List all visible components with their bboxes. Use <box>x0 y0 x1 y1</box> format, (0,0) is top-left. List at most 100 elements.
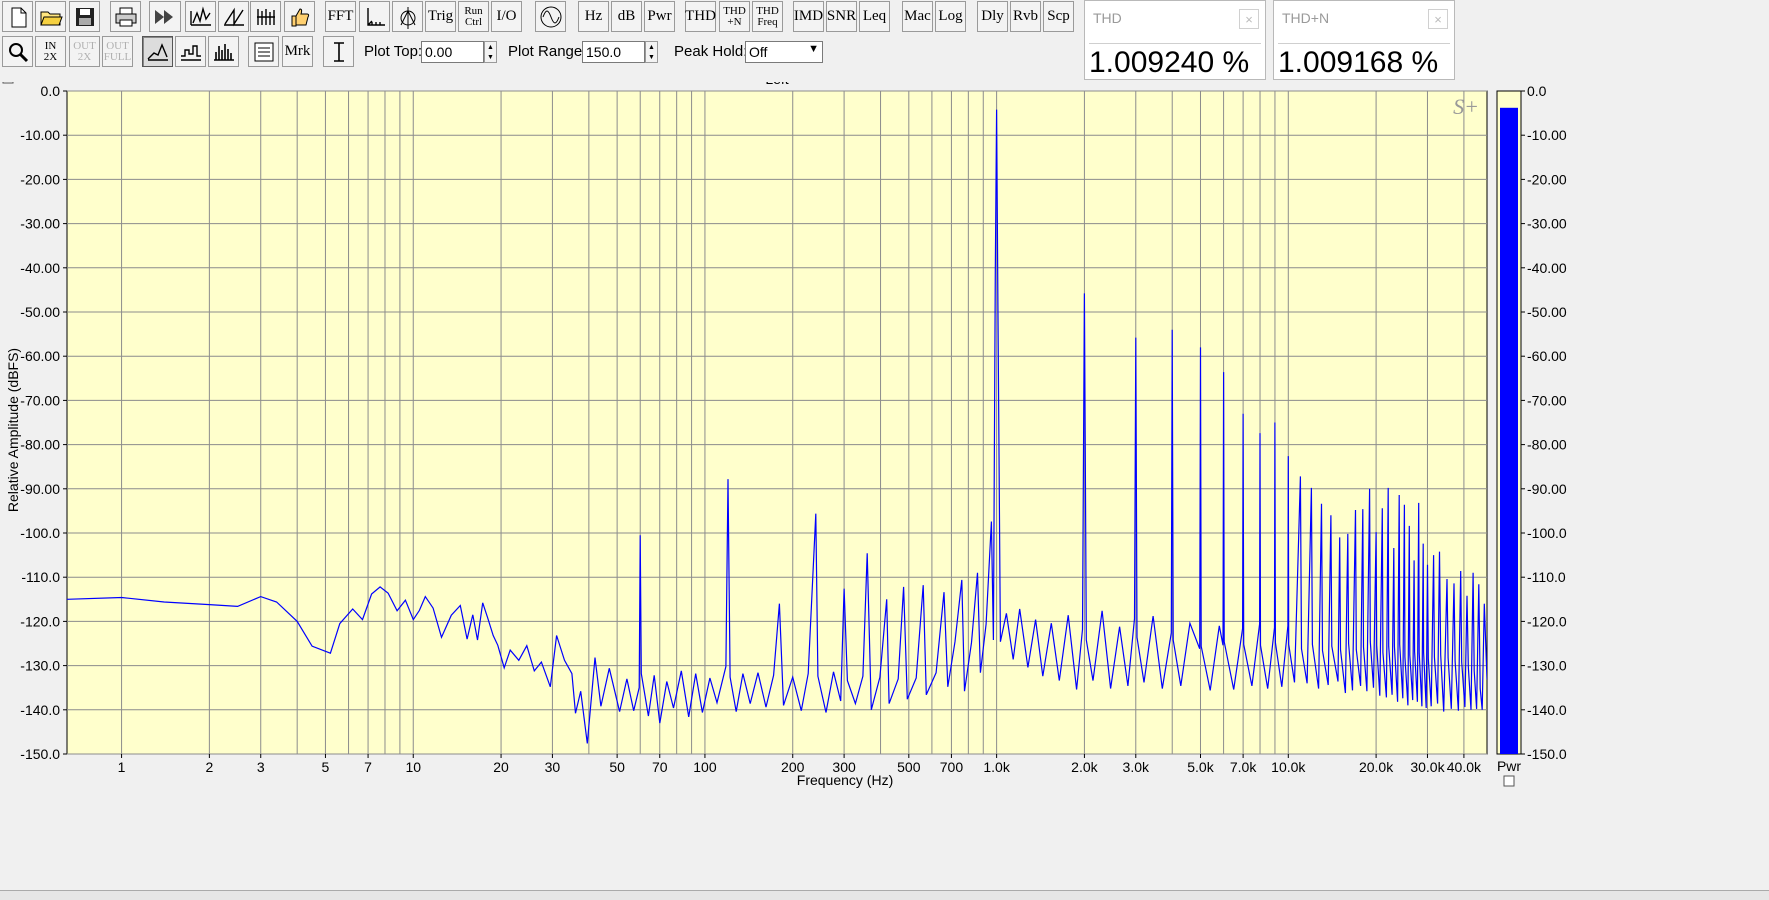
y-tick-label: -120.0 <box>20 613 60 629</box>
fast-forward-button[interactable] <box>149 1 181 32</box>
thd-n-button[interactable]: THD +N <box>719 1 750 32</box>
cursor-icon <box>326 40 352 64</box>
spin-down-icon[interactable]: ▼ <box>646 52 657 62</box>
line-plot-button[interactable] <box>142 36 173 67</box>
pwr-button[interactable]: Pwr <box>644 1 675 32</box>
imd-button[interactable]: IMD <box>793 1 824 32</box>
hz-button[interactable]: Hz <box>578 1 609 32</box>
plot-range-input[interactable]: 150.0 <box>582 41 645 63</box>
save-button[interactable] <box>69 1 100 32</box>
thd-meter-title: THD <box>1093 10 1122 26</box>
plot-area[interactable] <box>66 90 1488 755</box>
step-plot-button[interactable] <box>175 36 206 67</box>
plot-top-spinner[interactable]: ▲ ▼ <box>484 41 497 63</box>
leq-button[interactable]: Leq <box>859 1 890 32</box>
axis-button[interactable] <box>359 1 390 32</box>
power-bar-tick-label: -120.0 <box>1527 613 1567 629</box>
power-bar-tick-label: -100.0 <box>1527 525 1567 541</box>
hz-label: Hz <box>584 8 603 24</box>
y-tick-label: -10.00 <box>20 127 60 143</box>
io-button[interactable]: I/O <box>491 1 522 32</box>
ramp-icon <box>221 5 247 29</box>
mrk-button[interactable]: Mrk <box>282 36 313 67</box>
bar-plot-button[interactable] <box>208 36 239 67</box>
x-tick-label: 10.0k <box>1271 759 1306 775</box>
trig-label: Trig <box>427 8 454 24</box>
cursor-button[interactable] <box>323 36 354 67</box>
log-button[interactable]: Log <box>935 1 966 32</box>
chevron-down-icon[interactable]: ▼ <box>808 43 819 55</box>
step-plot-icon <box>178 40 204 64</box>
thd-freq-button[interactable]: THD Freq <box>752 1 783 32</box>
dly-label: Dly <box>981 8 1004 24</box>
ramp-button[interactable] <box>218 1 249 32</box>
probe-button[interactable] <box>392 1 423 32</box>
print-button[interactable] <box>110 1 141 32</box>
x-axis-label: Frequency (Hz) <box>797 772 893 788</box>
generator-button[interactable] <box>535 1 566 32</box>
peak-hold-select[interactable]: Off ▼ <box>745 41 823 63</box>
trig-button[interactable]: Trig <box>425 1 456 32</box>
power-bar-tick-label: -20.00 <box>1527 171 1567 187</box>
y-axis-label: Relative Amplitude (dBFS) <box>5 348 21 512</box>
plot-top-input[interactable]: 0.00 <box>421 41 484 63</box>
close-icon[interactable]: × <box>1239 9 1259 29</box>
x-tick-label: 1 <box>118 759 126 775</box>
logo-icon: S+ <box>1453 94 1479 119</box>
y-tick-label: -60.00 <box>20 348 60 364</box>
y-tick-label: -150.0 <box>20 746 60 762</box>
x-tick-label: 20 <box>493 759 509 775</box>
bar-plot-icon <box>211 40 237 64</box>
spin-up-icon[interactable]: ▲ <box>646 42 657 52</box>
spin-down-icon[interactable]: ▼ <box>485 52 496 62</box>
sine-wave-icon <box>538 5 564 29</box>
rvb-button[interactable]: Rvb <box>1010 1 1041 32</box>
waterfall-button[interactable] <box>250 1 281 32</box>
zoom-out-2x-label: OUT 2X <box>73 39 96 63</box>
plot-range-label: Plot Range: <box>508 43 587 60</box>
run-ctrl-button[interactable]: Run Ctrl <box>458 1 489 32</box>
y-tick-label: -40.00 <box>20 260 60 276</box>
new-file-icon <box>5 5 31 29</box>
panel-button[interactable] <box>248 36 279 67</box>
panel-icon <box>251 40 277 64</box>
y-tick-label: -130.0 <box>20 658 60 674</box>
x-tick-label: 10 <box>405 759 421 775</box>
probe-icon <box>395 5 421 29</box>
y-tick-label: -70.00 <box>20 392 60 408</box>
fft-button[interactable]: FFT <box>325 1 356 32</box>
collapse-icon[interactable] <box>1503 775 1515 787</box>
mac-button[interactable]: Mac <box>902 1 933 32</box>
new-file-button[interactable] <box>2 1 33 32</box>
y-tick-label: -30.00 <box>20 216 60 232</box>
thd-n-meter: THD+N × 1.009168 % <box>1273 0 1455 80</box>
x-tick-label: 2 <box>205 759 213 775</box>
zoom-in-2x-button[interactable]: IN 2X <box>35 36 66 67</box>
zoom-out-full-button[interactable]: OUT FULL <box>102 36 133 67</box>
thd-button[interactable]: THD <box>685 1 716 32</box>
thumbs-up-button[interactable] <box>284 1 315 32</box>
open-folder-button[interactable] <box>35 1 66 32</box>
spectrum-filter-button[interactable] <box>185 1 216 32</box>
plot-range-spinner[interactable]: ▲ ▼ <box>645 41 658 63</box>
power-bar-tick-label: -110.0 <box>1527 569 1566 585</box>
scp-button[interactable]: Scp <box>1043 1 1074 32</box>
log-label: Log <box>938 8 963 24</box>
snr-button[interactable]: SNR <box>826 1 857 32</box>
mac-label: Mac <box>904 8 931 24</box>
close-icon[interactable]: × <box>1428 9 1448 29</box>
scp-label: Scp <box>1047 8 1070 24</box>
x-tick-label: 7.0k <box>1230 759 1257 775</box>
snr-label: SNR <box>826 8 857 24</box>
power-bar-tick-label: -140.0 <box>1527 702 1567 718</box>
dly-button[interactable]: Dly <box>977 1 1008 32</box>
zoom-button[interactable] <box>2 36 33 67</box>
spin-up-icon[interactable]: ▲ <box>485 42 496 52</box>
spectrum-plot[interactable]: - Left 0.0 -10.00 -20.00 -30.00 -40.00 -50.00 -6… <box>0 82 1769 888</box>
open-folder-icon <box>38 5 64 29</box>
power-bar-tick-label: -70.00 <box>1527 392 1567 408</box>
db-button[interactable]: dB <box>611 1 642 32</box>
power-bar-tick-label: -30.00 <box>1527 216 1567 232</box>
y-tick-label: -20.00 <box>20 171 60 187</box>
zoom-out-2x-button[interactable]: OUT 2X <box>69 36 100 67</box>
